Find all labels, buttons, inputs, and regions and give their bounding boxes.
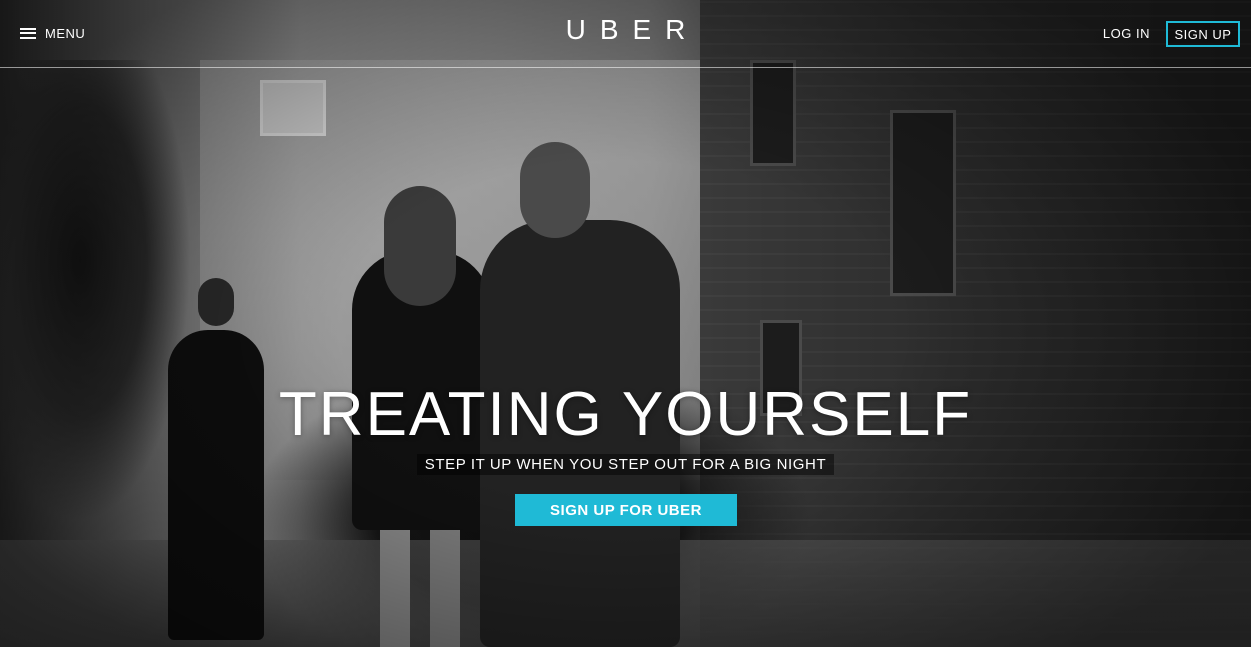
- cta-button-label: SIGN UP FOR UBER: [550, 501, 702, 519]
- page: MENU UBER LOG IN SIGN UP TREATING YOURSE…: [0, 0, 1251, 647]
- login-link[interactable]: LOG IN: [1103, 26, 1150, 41]
- hero-headline: TREATING YOURSELF: [278, 380, 973, 449]
- hero-subline: STEP IT UP WHEN YOU STEP OUT FOR A BIG N…: [0, 454, 1251, 475]
- vignette-overlay: [0, 0, 1251, 647]
- menu-button[interactable]: MENU: [20, 22, 85, 44]
- uber-logo: UBER: [565, 14, 700, 45]
- hero-background-image: [0, 0, 1251, 647]
- signup-for-uber-button[interactable]: SIGN UP FOR UBER: [515, 494, 737, 526]
- top-navigation-bar: MENU UBER LOG IN SIGN UP: [0, 0, 1251, 68]
- menu-label: MENU: [45, 25, 86, 41]
- hero-subline-text: STEP IT UP WHEN YOU STEP OUT FOR A BIG N…: [416, 454, 835, 475]
- hamburger-icon: [20, 27, 36, 39]
- signup-button-label: SIGN UP: [1174, 26, 1232, 42]
- signup-button[interactable]: SIGN UP: [1166, 21, 1240, 47]
